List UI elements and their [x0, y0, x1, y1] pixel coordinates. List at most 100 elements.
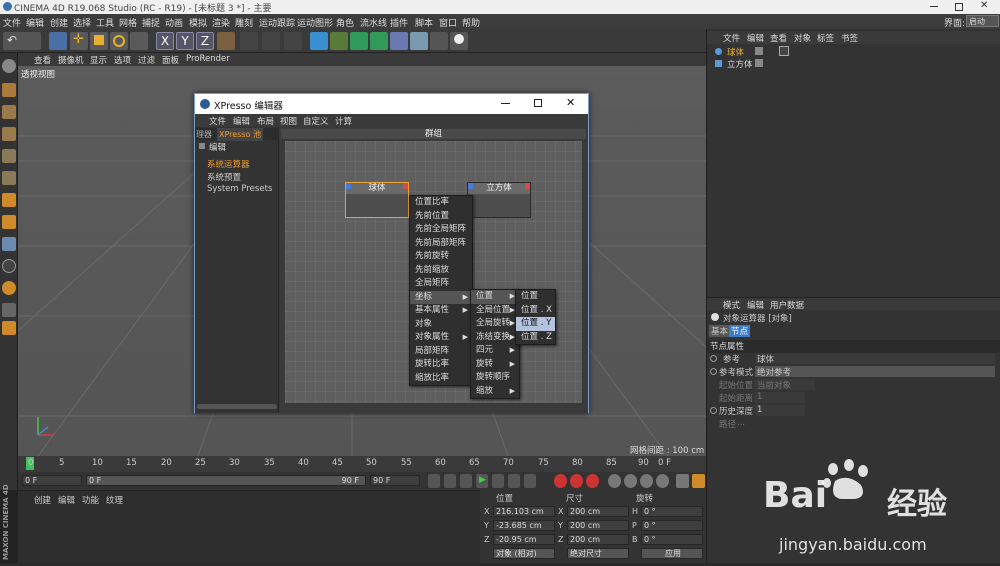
xpresso-menu-item[interactable]: 编辑: [233, 115, 250, 127]
object-menu-item[interactable]: 标签: [817, 32, 834, 44]
attr-menu-item[interactable]: 用户数据: [770, 299, 804, 311]
play-icon[interactable]: ▶: [476, 474, 488, 488]
menu-item[interactable]: 选择: [73, 16, 91, 29]
menu-item[interactable]: 帮助: [462, 16, 480, 29]
menu-item[interactable]: 运动图形: [297, 16, 333, 29]
snap-icon[interactable]: [2, 259, 16, 273]
xpresso-menu-item[interactable]: 计算: [335, 115, 352, 127]
viewport-menu-item[interactable]: 选项: [114, 54, 131, 66]
reference-field[interactable]: 球体: [755, 353, 995, 365]
tree-item[interactable]: 系统运算器: [207, 158, 250, 170]
menu-item[interactable]: 角色: [336, 16, 354, 29]
node-cube[interactable]: 立方体: [467, 182, 531, 218]
menu-item[interactable]: 流水线: [360, 16, 387, 29]
output-port-icon[interactable]: [525, 183, 530, 189]
menu-item[interactable]: 运动跟踪: [259, 16, 295, 29]
object-menu-item[interactable]: 查看: [770, 32, 787, 44]
menu-item[interactable]: 先前位置: [410, 210, 472, 224]
attr-row-path[interactable]: 路径 ...: [707, 418, 1000, 431]
floor-icon[interactable]: [410, 32, 428, 50]
menu-item[interactable]: 旋转比率: [410, 358, 472, 372]
input-port-icon[interactable]: [346, 183, 351, 189]
menu-item[interactable]: 脚本: [415, 16, 433, 29]
x-axis-lock-icon[interactable]: X: [156, 32, 174, 50]
attr-row-reference-mode[interactable]: 参考模式 绝对参考: [707, 366, 1000, 379]
recent-tool-icon[interactable]: [130, 32, 148, 50]
record-icon[interactable]: [554, 474, 567, 488]
menu-item[interactable]: 全局矩阵: [410, 277, 472, 291]
material-menu-item[interactable]: 创建: [34, 494, 51, 506]
menu-item[interactable]: 冻结变换 ▶: [471, 331, 519, 345]
prev-key-icon[interactable]: [444, 474, 456, 488]
rotation-key-icon[interactable]: [640, 474, 653, 488]
y-axis-lock-icon[interactable]: Y: [176, 32, 194, 50]
keyframe-selection-icon[interactable]: [586, 474, 599, 488]
pos-z-field[interactable]: -20.95 cm: [493, 534, 555, 545]
object-row-cube[interactable]: 立方体: [707, 58, 1000, 70]
minimize-button[interactable]: [930, 6, 938, 7]
menu-item-coordinates[interactable]: 坐标 ▶: [410, 290, 472, 304]
object-row-sphere[interactable]: 球体: [707, 46, 1000, 58]
tab-xpresso-pool[interactable]: XPresso 池: [217, 128, 263, 141]
timeline-ruler[interactable]: 0 5 10 15 20 25 30 35 40 45 50 55 60 65 …: [18, 456, 706, 472]
grid-lock-icon[interactable]: [2, 303, 16, 317]
menu-item[interactable]: 缩放 ▶: [471, 385, 519, 399]
attr-row-reference[interactable]: 参考 球体: [707, 353, 1000, 366]
render-view-icon[interactable]: [240, 32, 258, 50]
coordinate-system-icon[interactable]: [217, 32, 235, 50]
pool-scrollbar[interactable]: [197, 404, 277, 409]
camera-icon[interactable]: [430, 32, 448, 50]
axis-mode-icon[interactable]: [2, 215, 16, 229]
xpresso-maximize-button[interactable]: [534, 99, 542, 107]
rot-b-field[interactable]: 0 °: [641, 534, 703, 545]
viewport-menu-item[interactable]: ProRender: [186, 54, 230, 64]
layout-select[interactable]: 启动: [966, 15, 999, 27]
rotate-tool-icon[interactable]: [110, 32, 128, 50]
deformer-icon[interactable]: [390, 32, 408, 50]
attr-row-history-depth[interactable]: 历史深度 1: [707, 405, 1000, 418]
menu-item[interactable]: 文件: [3, 16, 21, 29]
start-frame-field[interactable]: 0 F: [22, 475, 82, 486]
menu-item[interactable]: 位置 . X: [516, 304, 555, 318]
xpresso-close-button[interactable]: ✕: [566, 96, 575, 109]
tab-manager[interactable]: 理器: [196, 129, 212, 140]
pos-x-field[interactable]: 216.103 cm: [493, 506, 555, 517]
menu-item[interactable]: 先前旋转: [410, 250, 472, 264]
material-menu-item[interactable]: 编辑: [58, 494, 75, 506]
menu-item[interactable]: 旋转 ▶: [471, 358, 519, 372]
range-slider[interactable]: 0 F 90 F: [86, 475, 366, 486]
coord-mode-select[interactable]: 对象 (相对): [493, 548, 555, 559]
menu-item[interactable]: 创建: [50, 16, 68, 29]
viewport-menu-item[interactable]: 查看: [34, 54, 51, 66]
object-menu-item[interactable]: 对象: [794, 32, 811, 44]
visibility-icon[interactable]: [755, 47, 763, 55]
viewport-menu-item[interactable]: 面板: [162, 54, 179, 66]
start-distance-field[interactable]: 1: [755, 392, 805, 403]
menu-item[interactable]: 位置比率: [410, 196, 472, 210]
xpresso-menu-item[interactable]: 文件: [209, 115, 226, 127]
xpresso-menu-item[interactable]: 布局: [257, 115, 274, 127]
menu-item[interactable]: 四元 ▶: [471, 344, 519, 358]
light-icon[interactable]: [450, 32, 468, 50]
menu-item[interactable]: 捕捉: [142, 16, 160, 29]
history-depth-field[interactable]: 1: [755, 405, 805, 416]
menu-item[interactable]: 先前全局矩阵: [410, 223, 472, 237]
make-editable-icon[interactable]: [2, 59, 16, 73]
menu-item[interactable]: 对象: [410, 318, 472, 332]
close-button[interactable]: ✕: [980, 0, 988, 11]
render-settings-icon[interactable]: [284, 32, 302, 50]
maximize-button[interactable]: [955, 3, 963, 11]
pool-menu[interactable]: 编辑: [209, 141, 226, 153]
viewport-menu-item[interactable]: 显示: [90, 54, 107, 66]
polygons-mode-icon[interactable]: [2, 193, 16, 207]
sculpt-icon[interactable]: [2, 321, 16, 335]
cloner-icon[interactable]: [370, 32, 388, 50]
attr-row-start-distance[interactable]: 起始距离 1: [707, 392, 1000, 405]
material-menu-item[interactable]: 功能: [82, 494, 99, 506]
workplane-icon[interactable]: [2, 127, 16, 141]
menu-item[interactable]: 位置 . Z: [516, 331, 555, 345]
render-picture-viewer-icon[interactable]: [262, 32, 280, 50]
size-x-field[interactable]: 200 cm: [567, 506, 629, 517]
menu-item-position[interactable]: 位置 ▶: [471, 290, 519, 304]
input-port-icon[interactable]: [468, 183, 473, 189]
